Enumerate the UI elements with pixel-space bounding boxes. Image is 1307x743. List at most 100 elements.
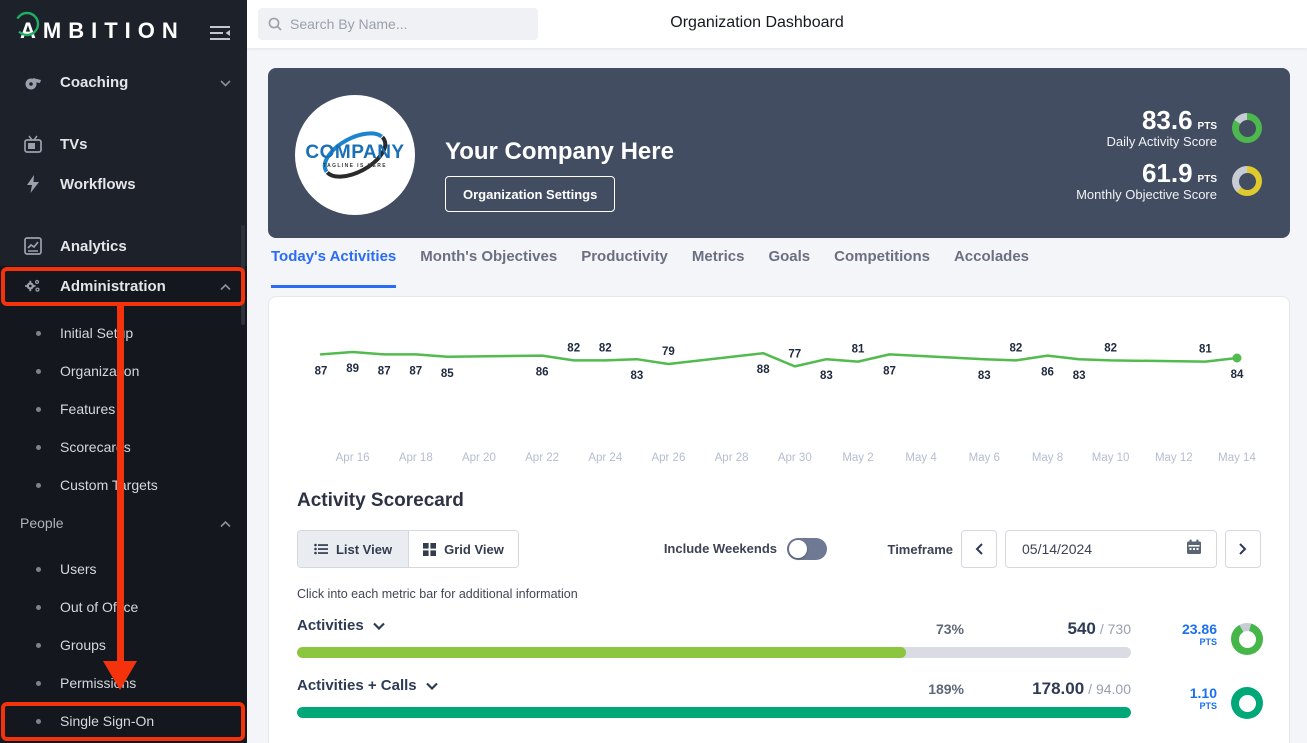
sidebar-item-users[interactable]: Users [0, 558, 247, 580]
metric-percent: 73% [797, 621, 964, 637]
toggle-knob [789, 540, 807, 558]
svg-text:87: 87 [378, 365, 391, 377]
metric-row-activities: Activities 73% 540/ 730 23.86 PTS [297, 613, 1263, 669]
chevron-up-icon [220, 515, 231, 531]
sidebar-subitem-label: Features [60, 401, 115, 417]
bullet-icon [36, 719, 41, 724]
company-card: COMPANY TAGLINE IS HERE Your Company Her… [268, 68, 1290, 238]
sidebar-item-analytics[interactable]: Analytics [0, 232, 247, 260]
include-weekends-toggle[interactable] [787, 538, 827, 560]
svg-text:Apr 20: Apr 20 [462, 452, 496, 464]
metric-name-button[interactable]: Activities + Calls [297, 677, 438, 694]
sidebar-item-label: Analytics [60, 238, 127, 255]
sidebar-scrollbar[interactable] [241, 225, 245, 325]
sidebar-item-groups[interactable]: Groups [0, 634, 247, 656]
metric-points: 1.10 PTS [1147, 685, 1217, 712]
svg-text:May 4: May 4 [905, 452, 937, 464]
sidebar-item-scorecards[interactable]: Scorecards [0, 436, 247, 458]
score-label: Daily Activity Score [1106, 134, 1217, 150]
svg-text:79: 79 [662, 346, 675, 358]
tab-metrics[interactable]: Metrics [692, 248, 745, 288]
list-view-button[interactable]: List View [298, 531, 408, 567]
sidebar-subitem-label: Single Sign-On [60, 713, 154, 729]
bullet-icon [36, 483, 41, 488]
grid-view-label: Grid View [444, 542, 504, 557]
metric-row-activities-calls: Activities + Calls 189% 178.00/ 94.00 1.… [297, 673, 1263, 729]
metric-bar-hint: Click into each metric bar for additiona… [297, 587, 578, 601]
sidebar-item-permissions[interactable]: Permissions [0, 672, 247, 694]
svg-text:83: 83 [631, 370, 644, 382]
svg-text:81: 81 [852, 344, 865, 356]
people-label: People [20, 515, 64, 531]
svg-text:86: 86 [1041, 367, 1054, 379]
sidebar-subitem-label: Organization [60, 363, 139, 379]
sidebar-item-workflows[interactable]: Workflows [0, 170, 247, 198]
sidebar-item-single-sign-on[interactable]: Single Sign-On [0, 710, 247, 732]
main-content: COMPANY TAGLINE IS HERE Your Company Her… [247, 48, 1307, 743]
svg-text:83: 83 [1073, 370, 1086, 382]
metric-value: 178.00 [1032, 679, 1084, 698]
next-day-button[interactable] [1225, 530, 1261, 568]
sidebar-item-organization[interactable]: Organization [0, 360, 247, 382]
collapse-sidebar-icon[interactable] [209, 24, 231, 42]
tab-productivity[interactable]: Productivity [581, 248, 668, 288]
bullet-icon [36, 567, 41, 572]
date-picker[interactable] [1005, 530, 1217, 568]
whistle-icon [24, 73, 42, 91]
tab-accolades[interactable]: Accolades [954, 248, 1029, 288]
tab-competitions[interactable]: Competitions [834, 248, 930, 288]
svg-text:Apr 16: Apr 16 [336, 452, 370, 464]
sidebar-section-people[interactable]: People [0, 512, 247, 534]
svg-text:83: 83 [978, 370, 991, 382]
include-weekends-label: Include Weekends [637, 541, 777, 556]
metric-points: 23.86 PTS [1147, 621, 1217, 648]
sidebar-item-custom-targets[interactable]: Custom Targets [0, 474, 247, 496]
sidebar-item-administration[interactable]: Administration [0, 272, 247, 300]
score-ring-icon [1232, 166, 1262, 196]
sidebar-item-label: Administration [60, 278, 166, 295]
logo-ring-icon [13, 11, 41, 39]
sidebar-item-coaching[interactable]: Coaching [0, 68, 247, 96]
calendar-icon[interactable] [1186, 539, 1202, 560]
sidebar-subitem-label: Groups [60, 637, 106, 653]
daily-activity-score: 83.6PTS Daily Activity Score [1106, 106, 1262, 150]
previous-day-button[interactable] [961, 530, 997, 568]
metric-name-button[interactable]: Activities [297, 617, 385, 634]
grid-view-button[interactable]: Grid View [408, 531, 518, 567]
bullet-icon [36, 445, 41, 450]
date-input[interactable] [1022, 541, 1162, 557]
chevron-down-icon [426, 682, 438, 690]
metric-progress-bar[interactable] [297, 647, 1131, 658]
points-unit: PTS [1147, 701, 1217, 712]
score-unit: PTS [1198, 121, 1217, 132]
list-view-label: List View [336, 542, 392, 557]
points-unit: PTS [1147, 637, 1217, 648]
sidebar-item-tvs[interactable]: TVs [0, 130, 247, 158]
svg-text:89: 89 [346, 363, 359, 375]
tab-todays-activities[interactable]: Today's Activities [271, 248, 396, 288]
bullet-icon [36, 643, 41, 648]
sidebar-item-out-of-office[interactable]: Out of Office [0, 596, 247, 618]
score-ring-icon [1232, 113, 1262, 143]
sidebar-subitem-label: Users [60, 561, 97, 577]
metric-progress-bar[interactable] [297, 707, 1131, 718]
tab-months-objectives[interactable]: Month's Objectives [420, 248, 557, 288]
view-toggle-group: List View Grid View [297, 530, 519, 568]
sidebar-subitem-label: Permissions [60, 675, 136, 691]
svg-text:Apr 24: Apr 24 [588, 452, 622, 464]
organization-settings-button[interactable]: Organization Settings [445, 176, 615, 212]
metric-target: / 730 [1100, 621, 1131, 637]
score-unit: PTS [1198, 174, 1217, 185]
chevron-up-icon [220, 278, 231, 295]
sidebar-item-label: Workflows [60, 176, 136, 193]
tab-goals[interactable]: Goals [768, 248, 810, 288]
svg-text:85: 85 [441, 368, 454, 380]
sidebar-item-initial-setup[interactable]: Initial Setup [0, 322, 247, 344]
metric-name: Activities [297, 617, 364, 634]
sidebar-item-features[interactable]: Features [0, 398, 247, 420]
sidebar: AMBITION Coaching TVs Workflows [0, 0, 247, 743]
organization-dashboard-app: AMBITION Coaching TVs Workflows [0, 0, 1307, 743]
svg-text:87: 87 [315, 365, 328, 377]
metric-target: / 94.00 [1088, 681, 1131, 697]
metric-percent: 189% [797, 681, 964, 697]
